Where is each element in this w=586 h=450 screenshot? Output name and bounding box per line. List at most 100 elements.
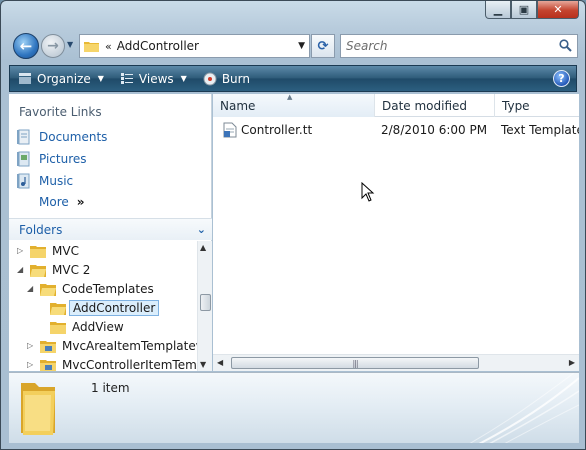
address-path[interactable]: AddController bbox=[117, 39, 199, 53]
file-type: Text Template bbox=[501, 122, 579, 137]
favorite-links-heading: Favorite Links bbox=[19, 105, 102, 119]
scroll-left-icon[interactable]: ◀ bbox=[217, 358, 223, 367]
details-pane: 1 item bbox=[9, 372, 579, 443]
folders-header[interactable]: Folders ⌄ bbox=[9, 218, 212, 240]
mouse-cursor-icon bbox=[361, 182, 375, 202]
column-label: Date modified bbox=[382, 98, 468, 113]
text-template-file-icon bbox=[223, 122, 237, 137]
help-button[interactable]: ? bbox=[553, 70, 570, 87]
column-headers: ▲ Name Date modified Type bbox=[213, 93, 579, 117]
favorite-label: Pictures bbox=[39, 152, 87, 166]
column-header-name[interactable]: ▲ Name bbox=[213, 93, 375, 117]
tree-node-label: AddController bbox=[69, 299, 160, 316]
tree-node-label: MVC 2 bbox=[52, 262, 91, 277]
folder-icon bbox=[84, 42, 99, 52]
tree-node-label: CodeTemplates bbox=[62, 281, 154, 296]
close-button[interactable]: ✕ bbox=[537, 1, 579, 19]
favorite-label: Music bbox=[39, 174, 74, 188]
views-button[interactable]: Views ▼ bbox=[112, 66, 195, 91]
address-bar[interactable]: « AddController ▼ bbox=[79, 34, 310, 58]
file-list-horizontal-scrollbar[interactable]: ◀ ||| ▶ bbox=[213, 354, 579, 371]
refresh-button[interactable]: ⟳ bbox=[311, 34, 335, 58]
folder-open-icon bbox=[30, 264, 46, 277]
folder-icon bbox=[30, 245, 46, 258]
expand-arrow-icon[interactable]: ▷ bbox=[17, 246, 27, 255]
back-arrow-icon: ← bbox=[19, 37, 33, 55]
tree-node-mvccontrolleritemtempl[interactable]: ▷ MvcControllerItemTempl bbox=[27, 355, 197, 371]
tree-node-label: MvcControllerItemTempl bbox=[62, 357, 197, 372]
collapse-arrow-icon[interactable]: ◢ bbox=[17, 265, 27, 274]
organize-icon bbox=[19, 73, 31, 84]
maximize-button[interactable]: ▣ bbox=[511, 1, 537, 19]
address-overflow-chevron[interactable]: « bbox=[105, 40, 112, 53]
chevron-down-icon[interactable]: ⌄ bbox=[197, 223, 206, 236]
tree-node-label: MvcAreaItemTemplatev2 bbox=[62, 338, 197, 353]
forward-button[interactable]: → bbox=[41, 34, 65, 58]
column-header-date-modified[interactable]: Date modified bbox=[375, 94, 495, 117]
scroll-right-icon[interactable]: ▶ bbox=[569, 358, 575, 367]
close-icon: ✕ bbox=[553, 3, 563, 16]
caption-buttons: ▁ ▣ ✕ bbox=[485, 1, 579, 19]
pictures-icon bbox=[17, 151, 30, 167]
tree-node-mvc-2[interactable]: ◢ MVC 2 bbox=[17, 260, 90, 279]
expand-arrow-icon[interactable]: ▷ bbox=[27, 341, 37, 350]
tree-node-mvc[interactable]: ▷ MVC bbox=[17, 241, 79, 260]
navigation-bar: ← → ▼ « AddController ▼ ⟳ Search bbox=[9, 31, 578, 61]
collapse-arrow-icon[interactable]: ◢ bbox=[27, 284, 37, 293]
favorite-more[interactable]: More » bbox=[39, 195, 85, 209]
address-dropdown-icon[interactable]: ▼ bbox=[298, 41, 305, 51]
recent-pages-dropdown[interactable]: ▼ bbox=[67, 40, 73, 49]
favorite-music[interactable]: Music bbox=[15, 173, 73, 189]
views-icon bbox=[120, 73, 133, 84]
organize-label: Organize bbox=[37, 71, 91, 86]
scroll-up-icon[interactable]: ▲ bbox=[200, 243, 206, 252]
views-label: Views bbox=[138, 71, 174, 86]
folder-icon bbox=[50, 321, 66, 334]
navigation-pane: Favorite Links Documents Pictures Music … bbox=[9, 94, 212, 371]
tree-node-addcontroller[interactable]: AddController bbox=[37, 298, 160, 317]
burn-label: Burn bbox=[221, 71, 250, 86]
tree-node-mvcareaitemtemplatev2[interactable]: ▷ MvcAreaItemTemplatev2 bbox=[27, 336, 197, 355]
file-name: Controller.tt bbox=[241, 122, 313, 137]
folder-large-icon bbox=[21, 383, 55, 435]
column-label: Name bbox=[220, 98, 256, 113]
music-icon bbox=[17, 173, 30, 189]
folder-tree: ▷ MVC ◢ MVC 2 ◢ CodeTemplates AddControl… bbox=[9, 241, 197, 371]
favorite-documents[interactable]: Documents bbox=[15, 129, 107, 145]
column-label: Type bbox=[502, 98, 530, 113]
search-placeholder[interactable]: Search bbox=[346, 39, 388, 53]
help-icon: ? bbox=[558, 72, 565, 85]
favorite-label: More bbox=[39, 195, 69, 209]
burn-button[interactable]: Burn bbox=[195, 66, 258, 91]
tree-node-addview[interactable]: AddView bbox=[37, 317, 124, 336]
command-bar: Organize ▼ Views ▼ Burn ? bbox=[9, 65, 577, 92]
expand-arrow-icon[interactable]: ▷ bbox=[27, 360, 37, 369]
folder-icon bbox=[40, 359, 56, 371]
folder-open-icon bbox=[40, 283, 56, 296]
refresh-icon: ⟳ bbox=[317, 38, 329, 54]
tree-node-label: AddView bbox=[72, 319, 124, 334]
tree-node-label: MVC bbox=[52, 243, 79, 258]
documents-icon bbox=[17, 129, 30, 145]
folders-heading: Folders bbox=[19, 222, 63, 237]
explorer-window: ▁ ▣ ✕ ← → ▼ « AddController ▼ ⟳ Search O… bbox=[0, 0, 586, 450]
scroll-down-icon[interactable]: ▼ bbox=[200, 360, 206, 369]
search-icon[interactable] bbox=[559, 39, 572, 52]
minimize-icon: ▁ bbox=[493, 3, 503, 16]
search-box[interactable]: Search bbox=[340, 34, 578, 58]
maximize-icon: ▣ bbox=[518, 3, 530, 16]
folder-icon bbox=[40, 340, 56, 353]
favorite-pictures[interactable]: Pictures bbox=[15, 151, 87, 167]
column-header-type[interactable]: Type bbox=[495, 94, 579, 117]
back-button[interactable]: ← bbox=[13, 33, 39, 59]
scrollbar-thumb[interactable] bbox=[200, 294, 211, 311]
minimize-button[interactable]: ▁ bbox=[485, 1, 511, 19]
file-row[interactable]: Controller.tt 2/8/2010 6:00 PM Text Temp… bbox=[213, 120, 579, 139]
burn-disc-icon bbox=[203, 72, 217, 85]
scrollbar-thumb[interactable]: ||| bbox=[231, 357, 479, 369]
item-count: 1 item bbox=[91, 381, 130, 395]
folder-tree-scrollbar[interactable]: ▲ ▼ bbox=[197, 241, 212, 371]
forward-arrow-icon: → bbox=[47, 38, 59, 54]
tree-node-codetemplates[interactable]: ◢ CodeTemplates bbox=[27, 279, 154, 298]
organize-button[interactable]: Organize ▼ bbox=[10, 66, 112, 91]
